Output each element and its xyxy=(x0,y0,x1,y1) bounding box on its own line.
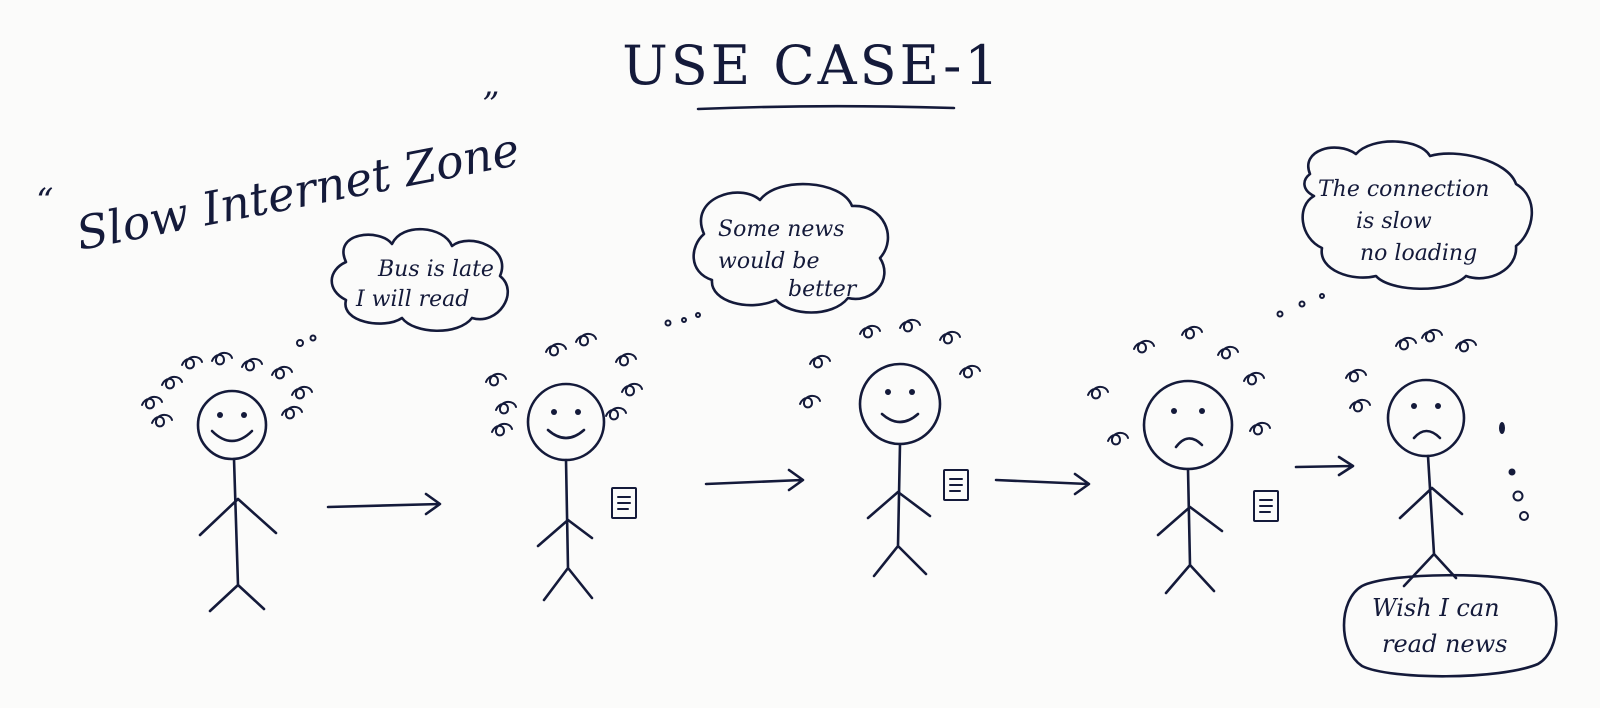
title-underline xyxy=(696,104,956,111)
bubble-3-line-3: no loading xyxy=(1360,241,1477,266)
bubble-2-line-2: would be xyxy=(718,249,819,274)
stick-figure-4 xyxy=(1087,325,1279,595)
stick-figure-3 xyxy=(799,318,981,578)
bubble-1-line-1: Bus is late xyxy=(377,257,494,282)
bubble-4-line-2: read news xyxy=(1382,630,1508,658)
bubble-3-line-1: The connection xyxy=(1318,177,1489,202)
bubble-2-line-3: better xyxy=(788,277,858,302)
trailing-dots xyxy=(1499,422,1529,521)
phone-icon xyxy=(943,469,969,501)
zone-label-close-quote: ” xyxy=(482,85,499,125)
flow-arrow-4 xyxy=(1294,455,1355,477)
zone-label-open-quote: “ xyxy=(36,181,53,221)
page-title: USE CASE-1 xyxy=(622,34,1001,97)
bubble-2-line-1: Some news xyxy=(718,217,845,242)
phone-icon xyxy=(611,487,637,519)
flow-arrow-1 xyxy=(326,492,442,516)
storyboard-diagram: USE CASE-1 “ Slow Internet Zone ” Bus is… xyxy=(0,0,1600,704)
phone-icon xyxy=(1253,490,1279,522)
stick-figure-2 xyxy=(485,332,643,602)
flow-arrow-2 xyxy=(704,468,805,492)
flow-arrow-3 xyxy=(994,472,1091,496)
bubble-3-line-2: is slow xyxy=(1356,209,1432,234)
zone-label: “ Slow Internet Zone ” xyxy=(36,85,524,261)
stick-figure-5 xyxy=(1345,328,1477,588)
zone-label-text: Slow Internet Zone xyxy=(72,122,524,261)
thought-bubble-3: The connection is slow no loading xyxy=(1276,140,1534,318)
stick-figure-1 xyxy=(141,351,313,613)
thought-bubble-2: Some news would be better xyxy=(664,182,890,327)
thought-bubble-1: Bus is late I will read xyxy=(296,227,509,347)
bubble-1-line-2: I will read xyxy=(355,287,469,312)
storyboard-svg: USE CASE-1 “ Slow Internet Zone ” Bus is… xyxy=(36,34,1558,678)
speech-bubble-4: Wish I can read news xyxy=(1342,573,1558,678)
bubble-4-line-1: Wish I can xyxy=(1372,594,1500,622)
